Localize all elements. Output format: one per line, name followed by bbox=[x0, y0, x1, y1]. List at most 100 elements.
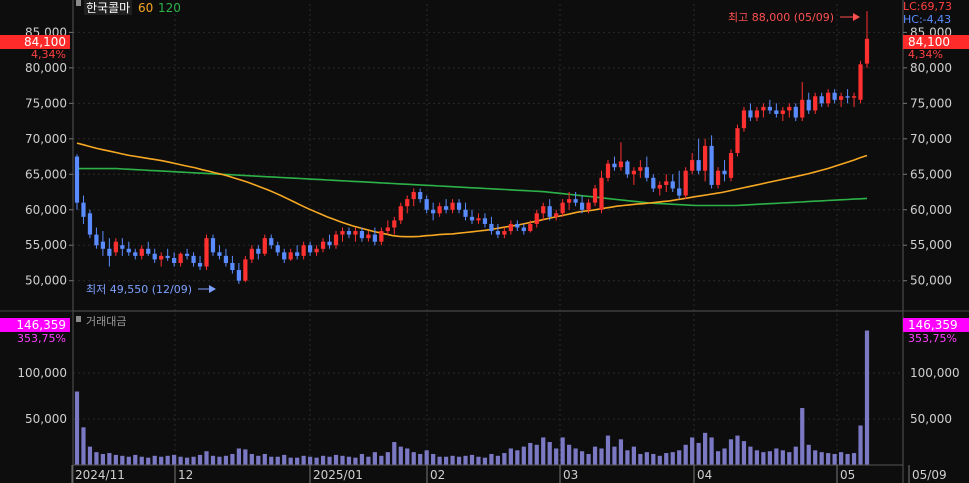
candle-body[interactable] bbox=[81, 202, 86, 217]
candle-body[interactable] bbox=[424, 199, 429, 210]
candle-body[interactable] bbox=[502, 231, 507, 235]
volume-bar[interactable] bbox=[534, 444, 539, 465]
volume-bar[interactable] bbox=[787, 452, 792, 465]
volume-bar[interactable] bbox=[515, 450, 520, 465]
candle-body[interactable] bbox=[282, 252, 287, 260]
candle-body[interactable] bbox=[638, 167, 643, 171]
volume-bar[interactable] bbox=[120, 455, 125, 465]
candle-body[interactable] bbox=[133, 252, 138, 256]
volume-bar[interactable] bbox=[262, 453, 267, 465]
candle-body[interactable] bbox=[528, 223, 533, 232]
volume-bar[interactable] bbox=[664, 453, 669, 465]
candle-body[interactable] bbox=[191, 255, 196, 263]
volume-bar[interactable] bbox=[379, 455, 384, 465]
candle-body[interactable] bbox=[301, 245, 306, 256]
candle-body[interactable] bbox=[146, 248, 151, 254]
volume-bar[interactable] bbox=[197, 454, 203, 465]
candle-body[interactable] bbox=[398, 206, 403, 221]
volume-bar[interactable] bbox=[586, 453, 591, 465]
candle-body[interactable] bbox=[275, 245, 280, 253]
volume-bar[interactable] bbox=[618, 439, 624, 465]
candle-body[interactable] bbox=[178, 253, 183, 263]
volume-bar[interactable] bbox=[625, 450, 630, 465]
volume-bar[interactable] bbox=[100, 453, 106, 465]
candle-body[interactable] bbox=[308, 245, 313, 253]
candle-body[interactable] bbox=[249, 248, 254, 260]
volume-bar[interactable] bbox=[554, 448, 559, 465]
volume-bar[interactable] bbox=[146, 457, 151, 465]
candle-body[interactable] bbox=[94, 234, 99, 246]
candle-body[interactable] bbox=[379, 231, 384, 242]
volume-bar[interactable] bbox=[644, 452, 649, 465]
stock-name[interactable]: 한국콜마 bbox=[86, 1, 130, 15]
volume-bar[interactable] bbox=[657, 455, 662, 465]
volume-bar[interactable] bbox=[107, 453, 112, 465]
candle-body[interactable] bbox=[819, 96, 824, 104]
candle-body[interactable] bbox=[172, 258, 177, 263]
volume-bar[interactable] bbox=[567, 444, 572, 465]
volume-bar[interactable] bbox=[418, 453, 423, 465]
candle-body[interactable] bbox=[139, 248, 144, 256]
volume-bar[interactable] bbox=[366, 456, 371, 465]
volume-bar[interactable] bbox=[851, 453, 857, 465]
candle-body[interactable] bbox=[197, 262, 203, 267]
candle-body[interactable] bbox=[184, 253, 190, 256]
candle-body[interactable] bbox=[715, 170, 721, 185]
candle-body[interactable] bbox=[761, 106, 766, 111]
volume-bar[interactable] bbox=[327, 456, 332, 465]
volume-bar[interactable] bbox=[754, 450, 760, 465]
candle-body[interactable] bbox=[340, 231, 345, 235]
volume-bar[interactable] bbox=[605, 435, 611, 465]
candle-body[interactable] bbox=[100, 241, 106, 249]
volume-bar[interactable] bbox=[275, 456, 280, 465]
volume-bar[interactable] bbox=[424, 450, 429, 465]
volume-bar[interactable] bbox=[748, 446, 753, 465]
volume-bar[interactable] bbox=[502, 453, 507, 465]
candle-body[interactable] bbox=[592, 188, 598, 203]
candle-body[interactable] bbox=[392, 220, 397, 228]
volume-bar[interactable] bbox=[431, 453, 436, 465]
candle-body[interactable] bbox=[651, 177, 656, 189]
volume-bar[interactable] bbox=[508, 448, 513, 465]
candle-body[interactable] bbox=[800, 99, 805, 118]
volume-bar[interactable] bbox=[133, 454, 138, 465]
volume-bar[interactable] bbox=[178, 456, 183, 465]
candle-body[interactable] bbox=[728, 153, 734, 178]
volume-bar[interactable] bbox=[236, 448, 241, 465]
candle-body[interactable] bbox=[573, 199, 578, 203]
candle-body[interactable] bbox=[832, 92, 837, 100]
volume-bar[interactable] bbox=[301, 455, 306, 465]
candle-body[interactable] bbox=[644, 167, 649, 178]
volume-bar[interactable] bbox=[217, 456, 222, 465]
volume-bar[interactable] bbox=[735, 435, 740, 465]
candle-body[interactable] bbox=[586, 202, 591, 210]
candle-body[interactable] bbox=[87, 213, 93, 235]
volume-bar[interactable] bbox=[139, 456, 144, 465]
candle-body[interactable] bbox=[515, 223, 520, 228]
candle-body[interactable] bbox=[657, 184, 662, 189]
candle-body[interactable] bbox=[113, 241, 118, 253]
candle-body[interactable] bbox=[437, 206, 442, 214]
volume-bar[interactable] bbox=[495, 455, 501, 465]
volume-bar[interactable] bbox=[864, 330, 870, 465]
volume-bar[interactable] bbox=[722, 448, 727, 465]
candle-body[interactable] bbox=[469, 216, 475, 221]
volume-bar[interactable] bbox=[437, 456, 442, 465]
candle-body[interactable] bbox=[126, 248, 131, 253]
volume-bar[interactable] bbox=[398, 446, 403, 465]
candle-body[interactable] bbox=[864, 38, 870, 64]
volume-bar[interactable] bbox=[456, 456, 462, 465]
candle-body[interactable] bbox=[767, 106, 772, 111]
volume-bar[interactable] bbox=[81, 427, 86, 465]
candle-body[interactable] bbox=[677, 188, 682, 196]
volume-bar[interactable] bbox=[728, 439, 734, 465]
candle-body[interactable] bbox=[295, 252, 300, 256]
candle-body[interactable] bbox=[787, 106, 792, 111]
candle-body[interactable] bbox=[366, 234, 371, 239]
candle-body[interactable] bbox=[210, 238, 216, 253]
candle-body[interactable] bbox=[521, 227, 526, 232]
candle-body[interactable] bbox=[826, 92, 831, 104]
candle-body[interactable] bbox=[631, 170, 636, 175]
volume-bar[interactable] bbox=[295, 457, 300, 465]
candle-body[interactable] bbox=[159, 255, 164, 260]
